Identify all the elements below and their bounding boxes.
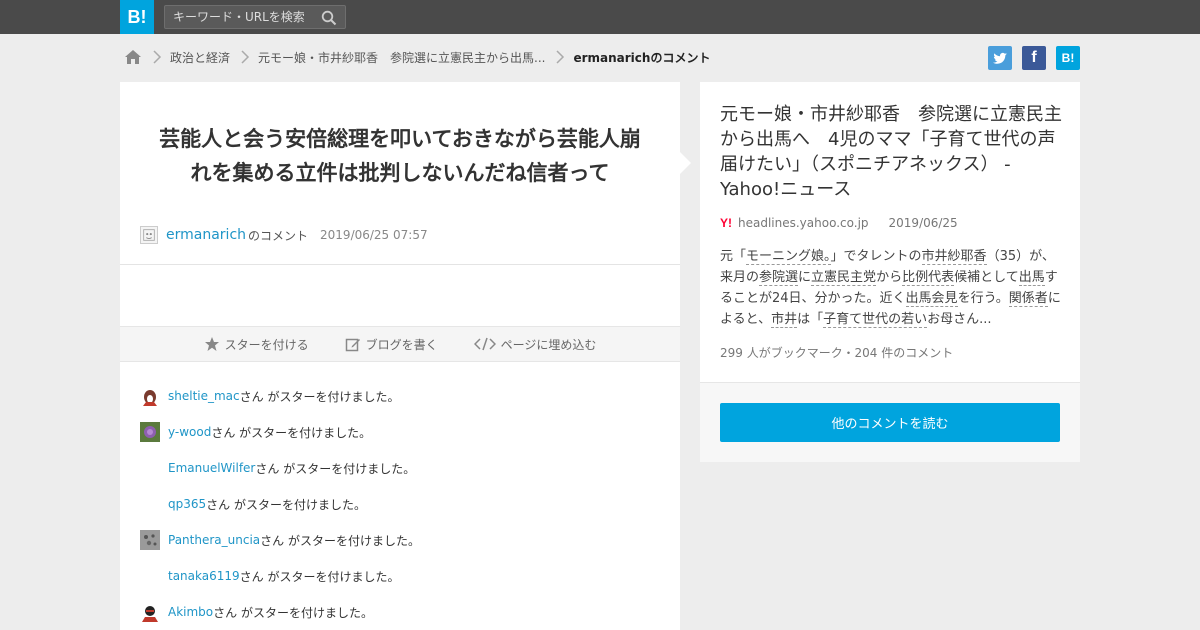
list-item: Akimbo さん がスターを付けました。 <box>140 594 660 630</box>
star-message: さん がスターを付けました。 <box>239 389 400 404</box>
top-bar: B! <box>0 0 1200 34</box>
comment-card: 芸能人と会う安倍総理を叩いておきながら芸能人崩れを集める立件は批判しないんだね信… <box>120 82 680 630</box>
keyword-link[interactable]: 参院選 <box>759 270 799 286</box>
avatar[interactable] <box>140 602 160 622</box>
star-username[interactable]: Akimbo <box>168 605 213 619</box>
avatar[interactable] <box>140 566 160 586</box>
avatar[interactable] <box>140 386 160 406</box>
keyword-link[interactable]: 市井 <box>771 312 798 328</box>
search-icon[interactable] <box>321 10 337 26</box>
list-item: Panthera_uncia さん がスターを付けました。 <box>140 522 660 558</box>
facebook-share-button[interactable]: f <box>1022 46 1046 70</box>
star-list: sheltie_mac さん がスターを付けました。 y-wood さん がスタ… <box>140 378 660 630</box>
entry-description: 元「モーニング娘。」でタレントの市井紗耶香（35）が、来月の参院選に立憲民主党か… <box>720 246 1062 330</box>
hatena-share-button[interactable]: B! <box>1056 46 1080 70</box>
star-icon <box>204 337 219 351</box>
star-message: さん がスターを付けました。 <box>211 425 372 440</box>
list-item: sheltie_mac さん がスターを付けました。 <box>140 378 660 414</box>
read-more-button[interactable]: 他のコメントを読む <box>720 403 1060 442</box>
keyword-link[interactable]: モーニング娘。 <box>746 249 831 265</box>
keyword-link[interactable]: 出馬 <box>1018 270 1045 286</box>
keyword-link[interactable]: 比例代表 <box>902 270 955 286</box>
home-icon[interactable] <box>124 49 142 65</box>
list-item: y-wood さん がスターを付けました。 <box>140 414 660 450</box>
description-text: は「 <box>797 312 824 327</box>
star-message: さん がスターを付けました。 <box>260 533 420 548</box>
comment-suffix: のコメント <box>248 228 309 243</box>
chevron-right-icon <box>556 50 565 64</box>
list-item: tanaka6119 さん がスターを付けました。 <box>140 558 660 594</box>
breadcrumb-entry[interactable]: 元モー娘・市井紗耶香 参院選に立憲民主から出馬... <box>258 49 545 66</box>
add-star-button[interactable]: スターを付ける <box>204 336 309 353</box>
twitter-share-button[interactable] <box>988 46 1012 70</box>
breadcrumb-current: ermanarichのコメント <box>573 50 711 65</box>
entry-domain[interactable]: headlines.yahoo.co.jp <box>738 216 869 230</box>
search-box[interactable] <box>164 5 346 29</box>
description-text: から <box>876 270 903 285</box>
entry-meta: Y! headlines.yahoo.co.jp 2019/06/25 <box>720 216 958 230</box>
avatar[interactable] <box>140 494 160 514</box>
comment-date[interactable]: 2019/06/25 07:57 <box>320 228 428 242</box>
list-item: qp365 さん がスターを付けました。 <box>140 486 660 522</box>
star-message: さん がスターを付けました。 <box>213 605 373 620</box>
code-icon <box>473 337 496 351</box>
entry-card: 元モー娘・市井紗耶香 参院選に立憲民主から出馬へ 4児のママ「子育て世代の声届け… <box>700 82 1080 462</box>
description-text: 」でタレントの <box>830 249 922 264</box>
action-bar: スターを付ける ブログを書く ページに埋め込む <box>120 326 680 362</box>
search-input[interactable] <box>165 6 315 28</box>
description-text: 元「 <box>720 249 747 264</box>
divider <box>120 264 680 265</box>
list-item: EmanuelWilfer さん がスターを付けました。 <box>140 450 660 486</box>
entry-title[interactable]: 元モー娘・市井紗耶香 参院選に立憲民主から出馬へ 4児のママ「子育て世代の声届け… <box>720 102 1065 202</box>
description-text: を行う。 <box>957 291 1009 306</box>
star-username[interactable]: tanaka6119 <box>168 569 240 583</box>
description-text: に <box>798 270 812 285</box>
keyword-link[interactable]: 市井紗耶香 <box>921 249 987 265</box>
yahoo-icon: Y! <box>720 216 732 230</box>
entry-date: 2019/06/25 <box>888 216 958 230</box>
star-username[interactable]: sheltie_mac <box>168 389 240 403</box>
write-blog-label: ブログを書く <box>365 337 438 352</box>
card-pointer <box>680 152 691 174</box>
write-blog-button[interactable]: ブログを書く <box>345 336 438 353</box>
keyword-link[interactable]: 関係者 <box>1008 291 1048 307</box>
add-star-label: スターを付ける <box>224 337 309 352</box>
star-username[interactable]: y-wood <box>168 425 211 439</box>
comment-meta: ermanarich のコメント 2019/06/25 07:57 <box>140 225 428 245</box>
chevron-right-icon <box>241 50 250 64</box>
description-text: お母さん... <box>927 312 992 327</box>
twitter-icon <box>993 52 1007 64</box>
avatar[interactable] <box>140 458 160 478</box>
star-message: さん がスターを付けました。 <box>206 497 366 512</box>
embed-label: ページに埋め込む <box>500 337 597 352</box>
keyword-link[interactable]: 出馬会見 <box>905 291 958 307</box>
chevron-right-icon <box>153 50 162 64</box>
breadcrumb-category[interactable]: 政治と経済 <box>170 49 230 66</box>
star-message: さん がスターを付けました。 <box>255 461 416 476</box>
comment-text: 芸能人と会う安倍総理を叩いておきながら芸能人崩れを集める立件は批判しないんだね信… <box>159 127 641 185</box>
edit-icon <box>345 338 360 352</box>
keyword-link[interactable]: 子育て世代の若い <box>823 312 928 328</box>
avatar[interactable] <box>140 422 160 442</box>
hatena-logo[interactable]: B! <box>120 0 154 34</box>
star-message: さん がスターを付けました。 <box>239 569 400 584</box>
keyword-link[interactable]: 立憲民主党 <box>811 270 877 286</box>
description-text: 候補として <box>954 270 1019 285</box>
avatar[interactable] <box>140 226 158 244</box>
breadcrumb: 政治と経済 元モー娘・市井紗耶香 参院選に立憲民主から出馬... ermanar… <box>124 46 710 68</box>
comment-username[interactable]: ermanarich <box>166 227 246 243</box>
star-username[interactable]: EmanuelWilfer <box>168 461 255 475</box>
embed-button[interactable]: ページに埋め込む <box>473 336 597 353</box>
star-username[interactable]: qp365 <box>168 497 206 511</box>
star-username[interactable]: Panthera_uncia <box>168 533 260 547</box>
avatar[interactable] <box>140 530 160 550</box>
entry-counts[interactable]: 299 人がブックマーク・204 件のコメント <box>720 344 953 361</box>
